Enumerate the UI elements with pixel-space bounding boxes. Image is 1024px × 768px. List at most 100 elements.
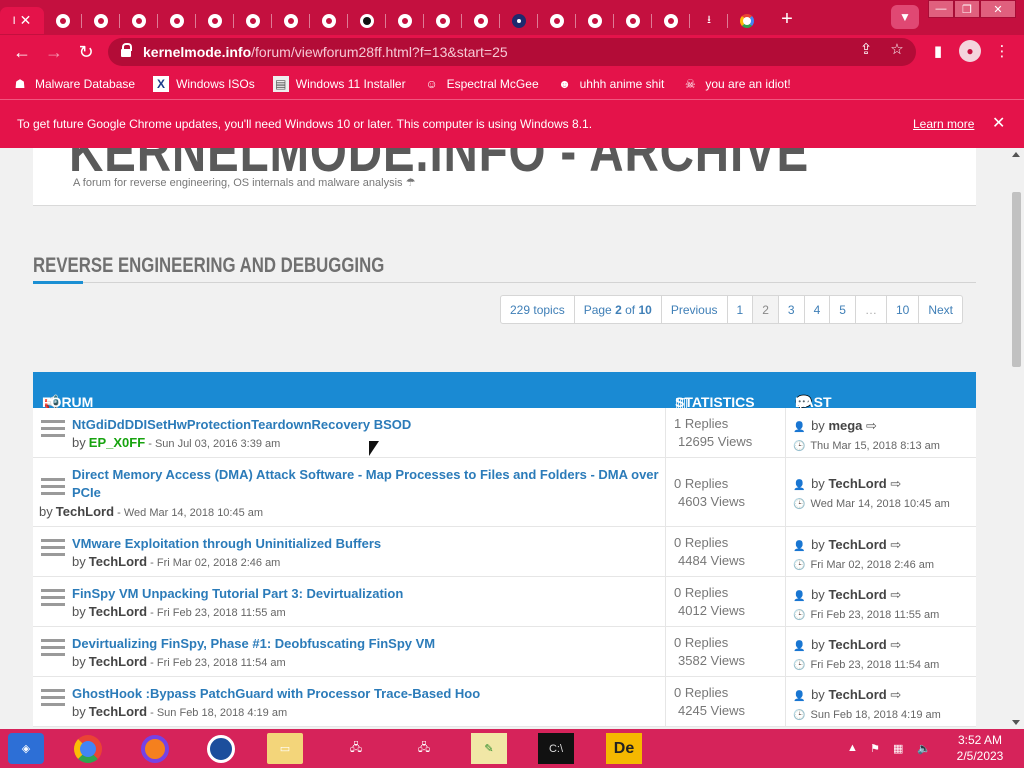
- go-to-post-icon[interactable]: ⇨: [890, 687, 901, 702]
- bookmark-espectral-mcgee[interactable]: ☺ Espectral McGee: [424, 76, 538, 92]
- topic-author-link[interactable]: EP_X0FF: [89, 435, 145, 450]
- command-prompt-taskbar-icon[interactable]: C:\: [538, 733, 574, 764]
- tab[interactable]: [234, 7, 272, 34]
- page-prefix: Page: [583, 302, 612, 317]
- tab-google[interactable]: [728, 7, 766, 34]
- section-title[interactable]: REVERSE ENGINEERING AND DEBUGGING: [33, 254, 384, 278]
- share-icon[interactable]: ⇪: [856, 40, 876, 58]
- topic-title-link[interactable]: VMware Exploitation through Uninitialize…: [72, 535, 664, 553]
- by-label: by: [72, 704, 86, 719]
- bookmark-malware-database[interactable]: ☗ Malware Database: [12, 76, 135, 92]
- last-post-date: Wed Mar 14, 2018 10:45 am: [810, 498, 950, 510]
- tab[interactable]: [386, 7, 424, 34]
- page-link[interactable]: 4: [805, 296, 831, 323]
- tab-search-chevron-icon[interactable]: ▼: [891, 5, 919, 29]
- address-bar[interactable]: kernelmode.info/forum/viewforum28ff.html…: [108, 38, 916, 66]
- tab[interactable]: [310, 7, 348, 34]
- back-icon[interactable]: ←: [10, 40, 34, 64]
- scrollbar-thumb[interactable]: [1012, 192, 1021, 367]
- profile-avatar-icon[interactable]: ●: [959, 40, 981, 62]
- flag-icon[interactable]: ⚑: [870, 742, 880, 755]
- tab[interactable]: [82, 7, 120, 34]
- next-page-button[interactable]: Next: [919, 296, 962, 323]
- firefox-taskbar-icon[interactable]: [137, 733, 173, 764]
- last-post-author-link[interactable]: TechLord: [828, 637, 886, 652]
- campaign-taskbar-icon[interactable]: [203, 733, 239, 764]
- system-clock[interactable]: 3:52 AM 2/5/2023: [945, 732, 1015, 764]
- tab[interactable]: [538, 7, 576, 34]
- tab[interactable]: [158, 7, 196, 34]
- tab[interactable]: [652, 7, 690, 34]
- go-to-post-icon[interactable]: ⇨: [866, 418, 877, 433]
- go-to-post-icon[interactable]: ⇨: [890, 476, 901, 491]
- topic-author-link[interactable]: TechLord: [89, 604, 147, 619]
- topic-read-icon: [41, 639, 65, 665]
- page-link[interactable]: 5: [830, 296, 856, 323]
- topic-title-link[interactable]: NtGdiDdDDISetHwProtectionTeardownRecover…: [72, 416, 664, 434]
- bookmark-star-icon[interactable]: ☆: [887, 40, 907, 58]
- page-link[interactable]: 1: [728, 296, 754, 323]
- tab[interactable]: [500, 7, 538, 34]
- new-tab-button[interactable]: +: [774, 7, 800, 33]
- side-panel-icon[interactable]: ▮: [927, 40, 949, 62]
- previous-page-button[interactable]: Previous: [662, 296, 728, 323]
- bookmark-idiot[interactable]: ☠ you are an idiot!: [682, 76, 791, 92]
- go-to-post-icon[interactable]: ⇨: [890, 587, 901, 602]
- network-app-2-taskbar-icon[interactable]: 🖧: [406, 733, 442, 764]
- page-scrollbar[interactable]: [1009, 148, 1024, 729]
- tab[interactable]: [614, 7, 652, 34]
- last-post-author-link[interactable]: TechLord: [828, 687, 886, 702]
- scroll-down-arrow-icon[interactable]: [1012, 720, 1020, 725]
- tab[interactable]: [196, 7, 234, 34]
- topic-title-link[interactable]: FinSpy VM Unpacking Tutorial Part 3: Dev…: [72, 585, 664, 603]
- tab[interactable]: [44, 7, 82, 34]
- page-link[interactable]: 10: [887, 296, 920, 323]
- infobar-close-icon[interactable]: ✕: [992, 113, 1005, 133]
- tab[interactable]: [272, 7, 310, 34]
- volume-icon[interactable]: 🔈: [917, 742, 931, 755]
- scroll-up-arrow-icon[interactable]: [1012, 152, 1020, 157]
- bookmark-anime[interactable]: ☻ uhhh anime shit: [557, 76, 664, 92]
- topic-author-link[interactable]: TechLord: [89, 704, 147, 719]
- tab[interactable]: [462, 7, 500, 34]
- last-post-author-link[interactable]: TechLord: [828, 476, 886, 491]
- tab-close-icon[interactable]: ✕: [20, 12, 32, 29]
- topic-author-link[interactable]: TechLord: [89, 654, 147, 669]
- de-app-taskbar-icon[interactable]: De: [606, 733, 642, 764]
- topic-author-link[interactable]: TechLord: [89, 554, 147, 569]
- go-to-post-icon[interactable]: ⇨: [890, 637, 901, 652]
- tab-github[interactable]: [348, 7, 386, 34]
- reload-icon[interactable]: ↻: [74, 40, 98, 64]
- last-post-author-link[interactable]: TechLord: [828, 537, 886, 552]
- topic-author-link[interactable]: TechLord: [56, 504, 114, 519]
- notepad-chart-taskbar-icon[interactable]: ✎: [471, 733, 507, 764]
- last-post-author-link[interactable]: TechLord: [828, 587, 886, 602]
- go-to-post-icon[interactable]: ⇨: [890, 537, 901, 552]
- forward-icon[interactable]: →: [42, 40, 66, 64]
- tab[interactable]: [120, 7, 158, 34]
- topic-title-link[interactable]: Devirtualizing FinSpy, Phase #1: Deobfus…: [72, 635, 664, 653]
- restore-icon[interactable]: ❐: [954, 0, 980, 18]
- start-icon[interactable]: ◈: [8, 733, 44, 764]
- window-close-icon[interactable]: ✕: [980, 0, 1016, 18]
- tab[interactable]: [424, 7, 462, 34]
- topic-title-link[interactable]: GhostHook :Bypass PatchGuard with Proces…: [72, 685, 664, 703]
- bookmark-windows-isos[interactable]: X Windows ISOs: [153, 76, 255, 92]
- tab[interactable]: [576, 7, 614, 34]
- bookmark-windows-11-installer[interactable]: ▤ Windows 11 Installer: [272, 76, 406, 92]
- file-explorer-taskbar-icon[interactable]: ▭: [267, 733, 303, 764]
- minimize-icon[interactable]: —: [928, 0, 954, 18]
- by-label: by: [72, 435, 86, 450]
- topic-title-link[interactable]: Direct Memory Access (DMA) Attack Softwa…: [72, 466, 664, 502]
- tab-downloads[interactable]: ⭳: [690, 7, 728, 34]
- menu-kebab-icon[interactable]: ⋮: [991, 40, 1013, 62]
- network-icon[interactable]: ▦: [893, 742, 903, 755]
- page-link[interactable]: 3: [779, 296, 805, 323]
- learn-more-link[interactable]: Learn more: [913, 117, 974, 131]
- tray-chevron-icon[interactable]: ▲: [847, 742, 858, 754]
- page-indicator[interactable]: Page 2 of 10: [575, 296, 662, 323]
- chrome-taskbar-icon[interactable]: [70, 733, 106, 764]
- last-post-author-link[interactable]: mega: [828, 418, 862, 433]
- tab-active[interactable]: I ✕: [0, 7, 44, 34]
- network-app-taskbar-icon[interactable]: 🖧: [338, 733, 374, 764]
